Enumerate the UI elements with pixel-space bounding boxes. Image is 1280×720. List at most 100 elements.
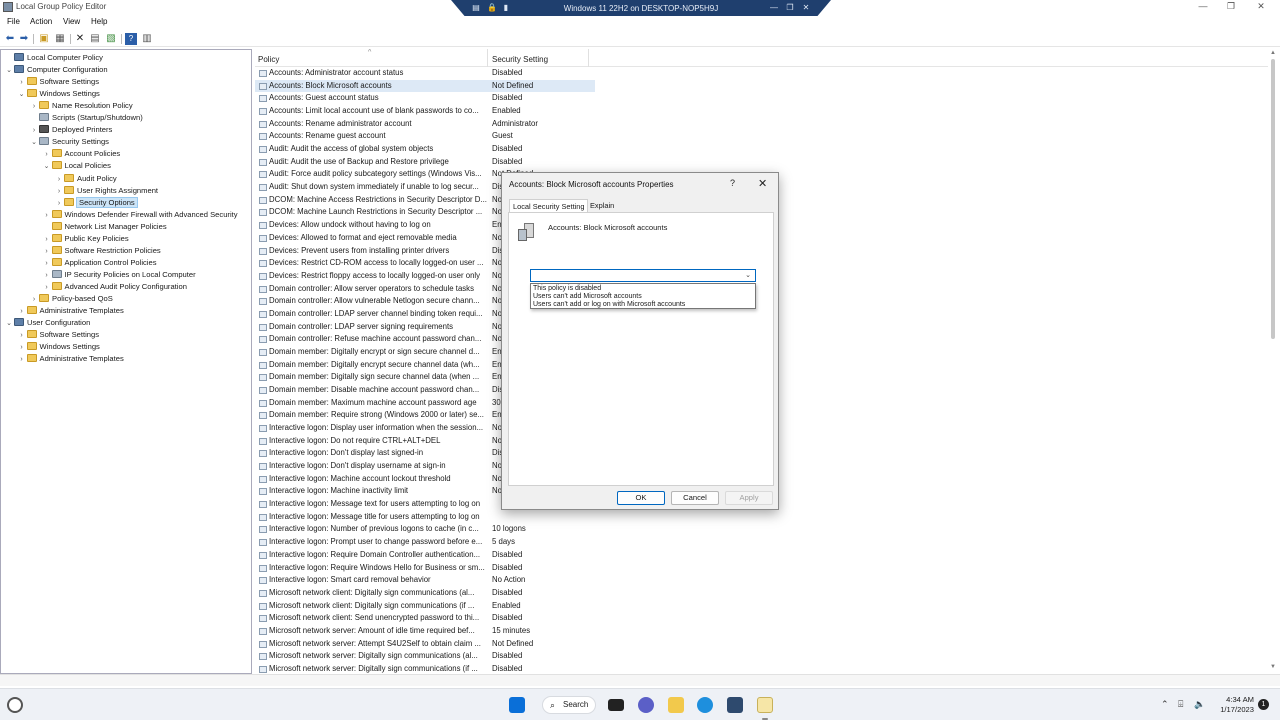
table-row[interactable]: Interactive logon: Message title for use…	[255, 511, 595, 524]
chevron-up-icon[interactable]: ⌃	[1161, 699, 1169, 710]
tree-item[interactable]: Local Computer Policy	[4, 52, 103, 64]
ok-button[interactable]: OK	[617, 491, 665, 505]
vertical-scrollbar[interactable]: ▲ ▼	[1269, 49, 1277, 674]
chat-icon[interactable]	[638, 697, 654, 713]
tree-item[interactable]: ⌄ User Configuration	[4, 317, 90, 329]
table-row[interactable]: Interactive logon: Smart card removal be…	[255, 574, 595, 587]
tree-item[interactable]: › Windows Defender Firewall with Advanced…	[42, 209, 238, 221]
edge-browser-icon[interactable]	[697, 697, 713, 713]
properties-icon[interactable]: ▤	[89, 33, 101, 45]
restore-button[interactable]: ❐	[1216, 1, 1246, 12]
tree-item[interactable]: › IP Security Policies on Local Computer	[42, 269, 196, 281]
volume-icon[interactable]: 🔈	[1194, 699, 1205, 710]
menu-view[interactable]: View	[63, 17, 80, 26]
tree-item[interactable]: › Windows Settings	[17, 341, 100, 353]
tree-item[interactable]: ⌄ Local Policies	[42, 160, 111, 172]
forward-arrow-icon[interactable]: ➡	[18, 33, 30, 45]
table-row[interactable]: Microsoft network client: Digitally sign…	[255, 587, 595, 600]
notification-badge[interactable]: 1	[1258, 699, 1269, 710]
vm-restore-icon[interactable]: ❐	[785, 3, 795, 13]
network-icon[interactable]: ⌹	[1178, 699, 1183, 710]
table-row[interactable]: Audit: Audit the access of global system…	[255, 143, 595, 156]
table-row[interactable]: Accounts: Administrator account status Di…	[255, 67, 595, 80]
view-options-icon[interactable]: ▥	[141, 33, 153, 45]
chevron-down-icon[interactable]: ⌄	[17, 89, 27, 101]
menu-help[interactable]: Help	[91, 17, 107, 26]
vm-close-icon[interactable]: ✕	[801, 3, 811, 13]
chevron-right-icon[interactable]: ›	[17, 354, 27, 366]
menu-file[interactable]: File	[7, 17, 20, 26]
dialog-close-button[interactable]: ✕	[758, 177, 767, 190]
column-header-security-setting[interactable]: Security Setting	[492, 55, 548, 64]
tree-item[interactable]: › Security Options	[54, 196, 138, 209]
chevron-down-icon[interactable]: ⌄	[4, 318, 14, 330]
table-row[interactable]: Interactive logon: Number of previous lo…	[255, 523, 595, 536]
apply-button[interactable]: Apply	[725, 491, 773, 505]
table-row[interactable]: Audit: Audit the use of Backup and Resto…	[255, 156, 595, 169]
tree-item[interactable]: › Deployed Printers	[29, 124, 112, 136]
tree-item[interactable]: › User Rights Assignment	[54, 185, 158, 197]
scroll-up-icon[interactable]: ▲	[1269, 50, 1277, 56]
tree-item[interactable]: › Advanced Audit Policy Configuration	[42, 281, 187, 293]
tab-explain[interactable]: Explain	[587, 199, 617, 212]
vm-minimize-icon[interactable]: —	[769, 3, 779, 13]
table-row[interactable]: Accounts: Limit local account use of bla…	[255, 105, 595, 118]
table-row[interactable]: Microsoft network client: Digitally sign…	[255, 600, 595, 613]
tree-item[interactable]: › Administrative Templates	[17, 305, 124, 317]
help-icon[interactable]: ?	[125, 33, 137, 45]
tree-item[interactable]: ⌄ Security Settings	[29, 136, 109, 148]
tab-local-security-setting[interactable]: Local Security Setting	[509, 199, 589, 212]
up-folder-icon[interactable]: ▣	[38, 33, 50, 45]
tree-item[interactable]: Scripts (Startup/Shutdown)	[29, 112, 143, 124]
scroll-down-icon[interactable]: ▼	[1269, 664, 1277, 670]
dialog-help-button[interactable]: ?	[730, 178, 735, 188]
tree-item[interactable]: › Policy-based QoS	[29, 293, 113, 305]
gpedit-taskbar-icon[interactable]	[757, 697, 773, 713]
table-row[interactable]: Interactive logon: Require Windows Hello…	[255, 562, 595, 575]
chevron-down-icon[interactable]: ⌄	[42, 161, 52, 173]
delete-icon[interactable]: ✕	[74, 33, 86, 45]
task-view-icon[interactable]	[608, 699, 624, 711]
tree-item[interactable]: › Name Resolution Policy	[29, 100, 133, 112]
show-hide-tree-icon[interactable]: ▦	[54, 33, 66, 45]
scrollbar-thumb[interactable]	[1271, 59, 1275, 339]
tree-item[interactable]: › Software Settings	[17, 76, 99, 88]
policy-setting-combobox[interactable]: ⌄	[530, 269, 756, 282]
table-row[interactable]: Microsoft network server: Attempt S4U2Se…	[255, 638, 595, 651]
clock[interactable]: 4:34 AM 1/17/2023	[1210, 695, 1254, 715]
file-explorer-icon[interactable]	[668, 697, 684, 713]
back-arrow-icon[interactable]: ⬅	[4, 33, 16, 45]
minimize-button[interactable]: —	[1188, 1, 1218, 11]
tree-item[interactable]: › Public Key Policies	[42, 233, 129, 245]
tree-item[interactable]: › Audit Policy	[54, 173, 117, 185]
widgets-icon[interactable]	[7, 697, 23, 713]
tree-item[interactable]: › Application Control Policies	[42, 257, 157, 269]
chevron-down-icon[interactable]: ⌄	[29, 137, 39, 149]
table-row[interactable]: Accounts: Guest account status Disabled	[255, 92, 595, 105]
menu-action[interactable]: Action	[30, 17, 52, 26]
option-cant-add-or-logon[interactable]: Users can't add or log on with Microsoft…	[533, 301, 685, 310]
table-row[interactable]: Microsoft network server: Digitally sign…	[255, 663, 595, 674]
table-row[interactable]: Accounts: Rename administrator account Ad…	[255, 118, 595, 131]
table-row[interactable]: Microsoft network server: Amount of idle…	[255, 625, 595, 638]
option-policy-disabled[interactable]: This policy is disabled	[533, 285, 601, 294]
tree-item[interactable]: › Account Policies	[42, 148, 120, 160]
table-row[interactable]: Interactive logon: Prompt user to change…	[255, 536, 595, 549]
tree-item[interactable]: ⌄ Computer Configuration	[4, 64, 108, 76]
table-row[interactable]: Microsoft network client: Send unencrypt…	[255, 612, 595, 625]
close-button[interactable]: ✕	[1246, 1, 1276, 12]
tree-item[interactable]: › Administrative Templates	[17, 353, 124, 365]
store-icon[interactable]	[727, 697, 743, 713]
tree-item[interactable]: › Software Settings	[17, 329, 99, 341]
export-list-icon[interactable]: ▧	[105, 33, 117, 45]
table-row[interactable]: Interactive logon: Require Domain Contro…	[255, 549, 595, 562]
column-header-policy[interactable]: Policy	[258, 55, 279, 64]
start-windows-icon[interactable]	[509, 697, 525, 713]
table-row[interactable]: Microsoft network server: Digitally sign…	[255, 650, 595, 663]
tree-item[interactable]: › Software Restriction Policies	[42, 245, 161, 257]
chevron-down-icon[interactable]: ⌄	[745, 270, 751, 282]
cancel-button[interactable]: Cancel	[671, 491, 719, 505]
taskbar-search-box[interactable]: ⌕ Search	[542, 696, 596, 714]
tree-item[interactable]: ⌄ Windows Settings	[17, 88, 100, 100]
table-row[interactable]: Accounts: Block Microsoft accounts Not De…	[255, 79, 595, 93]
